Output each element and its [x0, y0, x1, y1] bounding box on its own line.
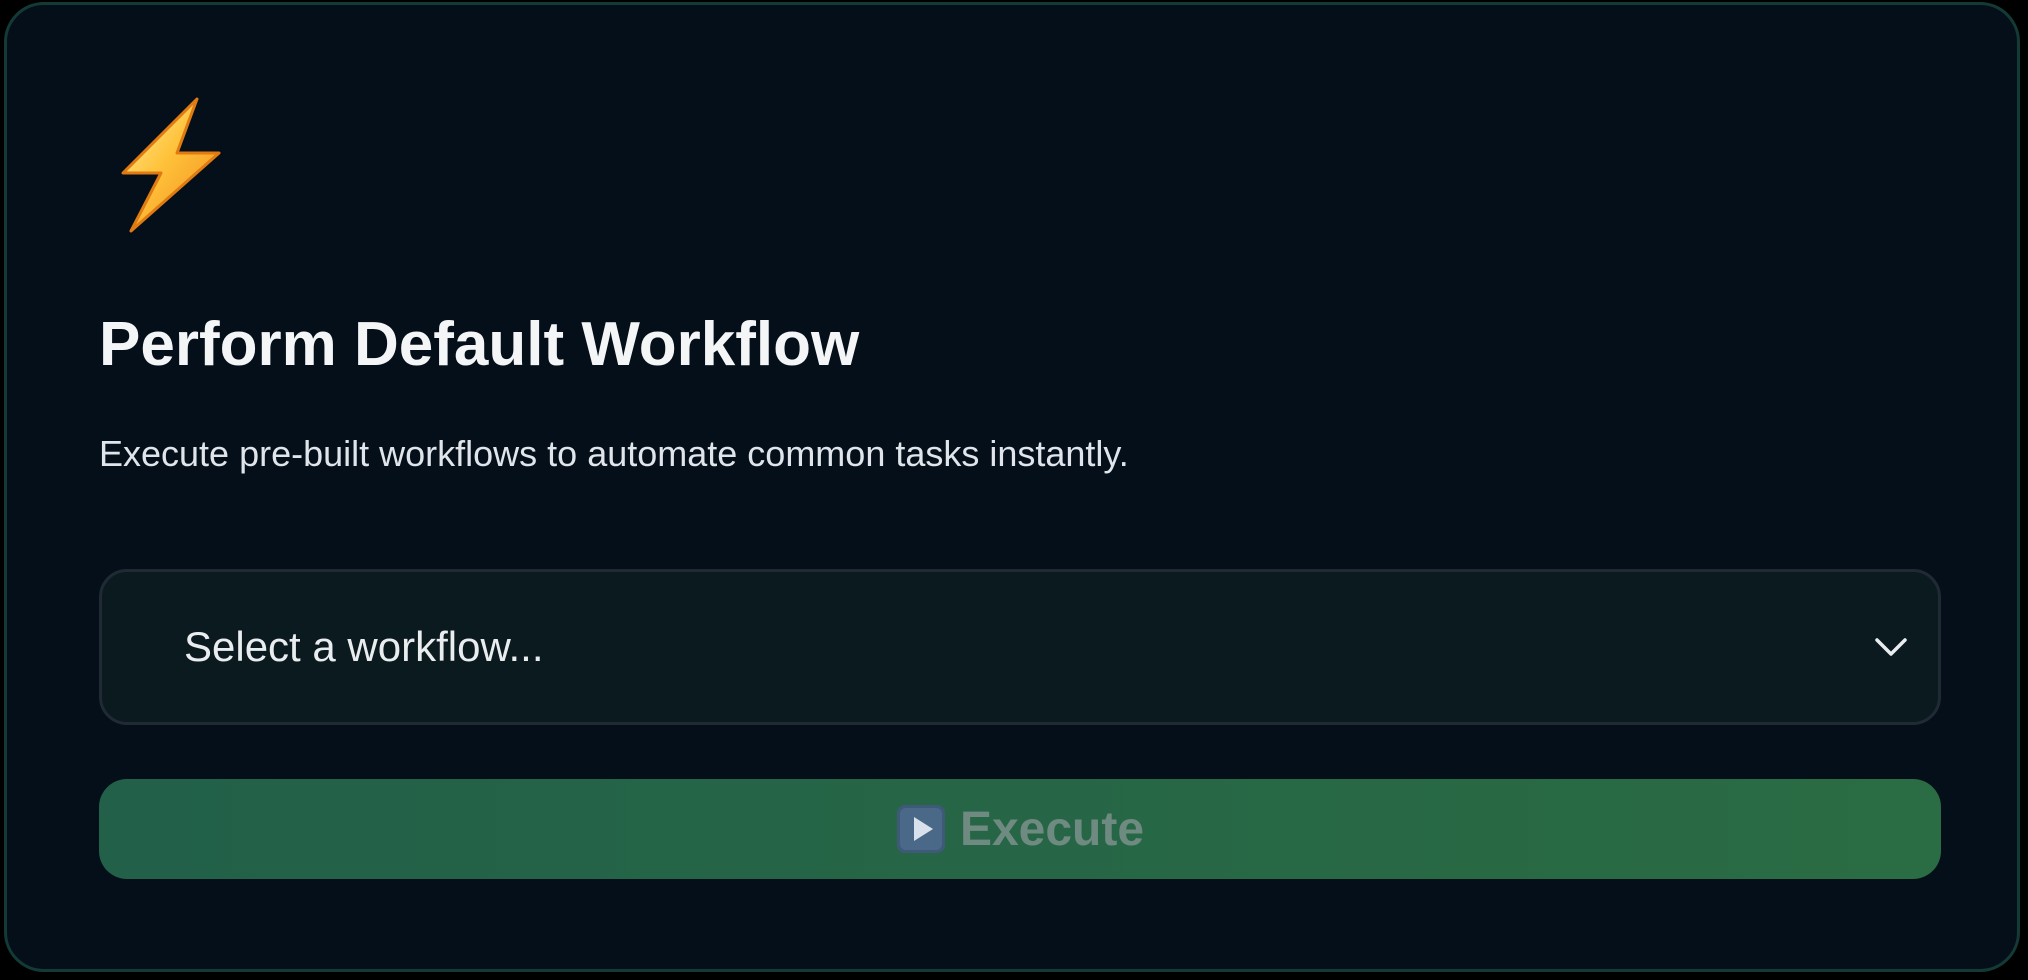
chevron-down-icon [1875, 638, 1907, 656]
workflow-select-placeholder: Select a workflow... [184, 623, 544, 670]
execute-button-label: Execute [959, 802, 1145, 856]
execute-button[interactable]: Execute [99, 779, 1941, 879]
play-button-icon [896, 805, 945, 853]
workflow-select[interactable]: Select a workflow... [99, 569, 1941, 725]
high-voltage-icon [121, 97, 221, 233]
workflow-card: Perform Default Workflow Execute pre-bui… [4, 2, 2020, 972]
card-description: Execute pre-built workflows to automate … [99, 433, 1129, 474]
card-title: Perform Default Workflow [99, 310, 860, 379]
